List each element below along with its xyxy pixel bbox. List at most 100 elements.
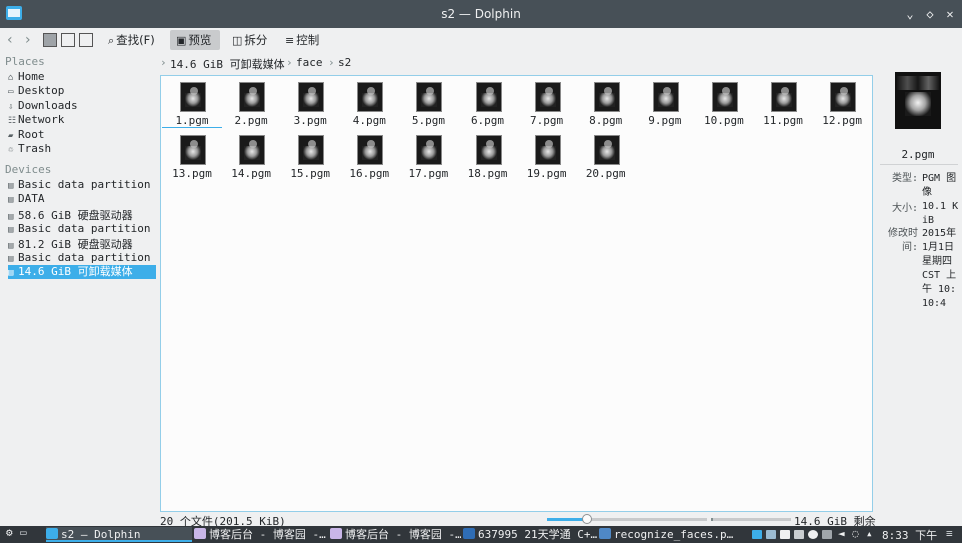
- info-divider: [880, 164, 958, 165]
- bluetooth-icon[interactable]: [808, 530, 818, 539]
- taskbar-task[interactable]: recognize_faces.p…: [599, 527, 739, 542]
- taskbar-task-label: recognize_faces.p…: [614, 528, 734, 541]
- app-launcher-icon[interactable]: ⚙: [6, 526, 13, 539]
- close-button[interactable]: ✕: [942, 6, 958, 22]
- file-item[interactable]: 6.pgm: [458, 78, 518, 128]
- browser-icon: [330, 528, 342, 539]
- image-thumbnail: [239, 82, 266, 112]
- device-notifier-icon[interactable]: [780, 530, 790, 539]
- control-menu-button[interactable]: ≡ 控制: [281, 30, 323, 50]
- taskbar-task[interactable]: 637995 21天学通 C+…: [463, 527, 597, 542]
- breadcrumb-item-media[interactable]: 14.6 GiB 可卸载媒体: [170, 56, 285, 72]
- zoom-slider[interactable]: [547, 514, 707, 524]
- sidebar-device-item[interactable]: ▤ DATA: [8, 192, 156, 206]
- breadcrumb-separator: ›: [328, 56, 335, 69]
- file-item[interactable]: 13.pgm: [162, 131, 222, 181]
- sidebar-device-item[interactable]: ▤ Basic data partition: [8, 222, 156, 236]
- image-thumbnail: [711, 82, 738, 112]
- back-button[interactable]: ‹: [7, 30, 13, 50]
- file-item[interactable]: 1.pgm: [162, 78, 222, 128]
- file-item[interactable]: 17.pgm: [398, 131, 458, 181]
- sidebar-item-root[interactable]: ▰ Root: [8, 128, 156, 142]
- sidebar-item-label: Downloads: [18, 99, 78, 112]
- taskbar-task[interactable]: 博客后台 - 博客园 -…: [330, 527, 461, 542]
- details-view-button[interactable]: [79, 33, 93, 47]
- image-thumbnail: [475, 82, 502, 112]
- taskbar-task[interactable]: 博客后台 - 博客园 -…: [194, 527, 328, 542]
- file-name: 16.pgm: [349, 167, 390, 180]
- file-name: 10.pgm: [704, 114, 744, 127]
- preview-button[interactable]: ▣ 预览: [170, 30, 220, 50]
- file-item[interactable]: 9.pgm: [635, 78, 695, 128]
- file-item[interactable]: 12.pgm: [812, 78, 872, 128]
- compact-view-button[interactable]: [61, 33, 75, 47]
- sidebar-item-downloads[interactable]: ⇩ Downloads: [8, 99, 156, 113]
- file-name: 5.pgm: [411, 114, 445, 127]
- sidebar-item-trash[interactable]: ♲ Trash: [8, 142, 156, 156]
- volume-icon[interactable]: ◄: [838, 527, 845, 540]
- sidebar-item-network[interactable]: ☷ Network: [8, 113, 156, 127]
- forward-button[interactable]: ›: [25, 30, 31, 50]
- sidebar-device-item[interactable]: ▤ 58.6 GiB 硬盘驱动器: [8, 209, 156, 223]
- network-tray-icon[interactable]: [822, 530, 832, 539]
- root-icon: ▰: [8, 131, 14, 141]
- browser-icon: [194, 528, 206, 539]
- usb-drive-icon: ▤: [8, 268, 14, 278]
- search-icon: ⌕: [108, 34, 115, 47]
- image-thumbnail: [357, 82, 384, 112]
- file-item[interactable]: 16.pgm: [339, 131, 399, 181]
- split-button[interactable]: ◫ 拆分: [228, 30, 271, 50]
- breadcrumb-item-s2[interactable]: s2: [338, 56, 351, 69]
- devices-header: Devices: [5, 163, 52, 176]
- updates-icon[interactable]: [794, 530, 804, 539]
- minimize-button[interactable]: ⌄: [902, 6, 918, 22]
- python-icon: [599, 528, 611, 539]
- sidebar-device-item[interactable]: ▤ 14.6 GiB 可卸载媒体: [8, 265, 156, 279]
- breadcrumb-item-face[interactable]: face: [296, 56, 323, 69]
- sidebar-device-item[interactable]: ▤ Basic data partition: [8, 251, 156, 265]
- file-name: 19.pgm: [526, 167, 567, 180]
- file-item[interactable]: 3.pgm: [280, 78, 340, 128]
- sidebar-device-item[interactable]: ▤ 81.2 GiB 硬盘驱动器: [8, 238, 156, 252]
- file-item[interactable]: 10.pgm: [694, 78, 754, 128]
- image-thumbnail: [771, 82, 797, 112]
- clipboard-icon[interactable]: [752, 530, 762, 539]
- folder-icon: [46, 528, 58, 539]
- show-desktop-icon[interactable]: ▭: [20, 526, 27, 539]
- file-item[interactable]: 19.pgm: [517, 131, 577, 181]
- file-item[interactable]: 20.pgm: [576, 131, 636, 181]
- network-icon: ☷: [8, 116, 17, 126]
- file-item[interactable]: 5.pgm: [398, 78, 458, 128]
- file-item[interactable]: 11.pgm: [753, 78, 813, 128]
- file-view[interactable]: 1.pgm 2.pgm 3.pgm 4.pgm 5.pgm 6.pgm 7.pgm 8.pgm…: [160, 75, 873, 512]
- file-item[interactable]: 4.pgm: [339, 78, 399, 128]
- file-item[interactable]: 7.pgm: [517, 78, 577, 128]
- file-item[interactable]: 8.pgm: [576, 78, 636, 128]
- file-item[interactable]: 14.pgm: [221, 131, 281, 181]
- notifications-icon[interactable]: ◌: [852, 527, 859, 540]
- keyboard-layout-icon[interactable]: [766, 530, 776, 539]
- file-name: 14.pgm: [231, 167, 271, 180]
- file-name: 8.pgm: [589, 114, 623, 127]
- tray-expand-icon[interactable]: ▴: [866, 527, 873, 540]
- downloads-icon: ⇩: [8, 102, 14, 112]
- file-item[interactable]: 18.pgm: [458, 131, 518, 181]
- breadcrumb-separator: ›: [286, 56, 293, 69]
- file-name: 13.pgm: [172, 167, 212, 180]
- panel-settings-icon[interactable]: ≡: [946, 527, 953, 540]
- find-button[interactable]: ⌕ 查找(F): [104, 30, 159, 50]
- sidebar-device-item[interactable]: ▤ Basic data partition: [8, 178, 156, 192]
- sidebar-device-label: 58.6 GiB 硬盘驱动器: [18, 209, 133, 222]
- info-modified-label: 修改时间:: [888, 228, 918, 253]
- icons-view-button[interactable]: [43, 33, 57, 47]
- sidebar-item-desktop[interactable]: ▭ Desktop: [8, 84, 156, 98]
- clock[interactable]: 8:33 下午: [882, 527, 937, 543]
- free-space-bar: [711, 518, 791, 521]
- file-item[interactable]: 2.pgm: [221, 78, 281, 128]
- maximize-button[interactable]: ◇: [922, 6, 938, 22]
- file-item[interactable]: 15.pgm: [280, 131, 340, 181]
- info-modified-value: 2015年1月1日星期四 CST 上午 10:10:4: [922, 228, 957, 309]
- taskbar-task[interactable]: s2 — Dolphin: [46, 527, 192, 542]
- zoom-slider-handle[interactable]: [582, 514, 592, 524]
- sidebar-item-home[interactable]: ⌂ Home: [8, 70, 156, 84]
